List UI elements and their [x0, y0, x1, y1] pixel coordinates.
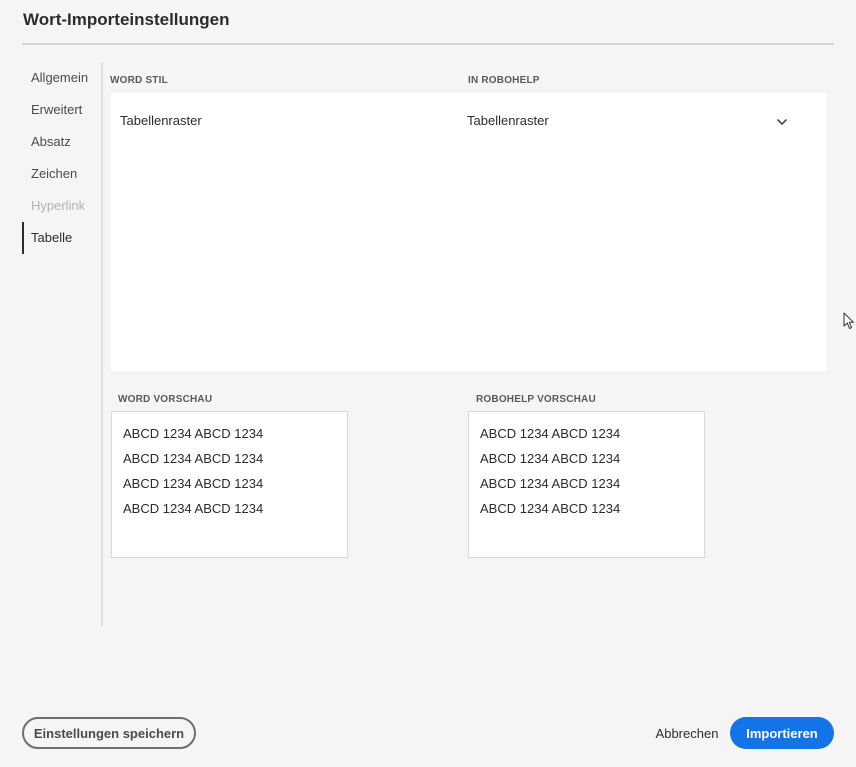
preview-line: ABCD 1234 ABCD 1234	[123, 501, 264, 516]
robohelp-preview-box: ABCD 1234 ABCD 1234 ABCD 1234 ABCD 1234 …	[468, 411, 705, 558]
chevron-down-icon[interactable]	[775, 115, 789, 129]
preview-line: ABCD 1234 ABCD 1234	[480, 501, 621, 516]
word-style-cell: Tabellenraster	[120, 113, 202, 128]
word-preview-label: WORD VORSCHAU	[118, 394, 213, 405]
preview-line: ABCD 1234 ABCD 1234	[480, 476, 621, 491]
nav-item-absatz[interactable]: Absatz	[22, 126, 102, 158]
nav-item-zeichen[interactable]: Zeichen	[22, 158, 102, 190]
nav-item-allgemein[interactable]: Allgemein	[22, 62, 102, 94]
preview-line: ABCD 1234 ABCD 1234	[123, 426, 264, 441]
nav-item-hyperlink: Hyperlink	[31, 198, 86, 213]
column-header-word-style: WORD STIL	[110, 75, 168, 86]
title-divider	[22, 43, 834, 45]
save-settings-button[interactable]: Einstellungen speichern	[22, 717, 196, 749]
cancel-button[interactable]: Abbrechen	[650, 717, 724, 749]
table-row[interactable]: Tabellenraster Tabellenraster	[111, 105, 826, 131]
preview-line: ABCD 1234 ABCD 1234	[480, 426, 621, 441]
mouse-cursor-icon	[843, 312, 854, 329]
nav-divider	[101, 62, 103, 627]
word-import-settings-dialog: Wort-Importeinstellungen Allgemein Erwei…	[0, 0, 856, 767]
robohelp-preview-label: ROBOHELP VORSCHAU	[476, 394, 596, 405]
robohelp-style-value: Tabellenraster	[467, 113, 549, 128]
style-mapping-table: Tabellenraster Tabellenraster	[111, 93, 826, 371]
settings-nav: Allgemein Erweitert Absatz Zeichen Hyper…	[22, 62, 102, 254]
dialog-title: Wort-Importeinstellungen	[23, 10, 230, 29]
import-button[interactable]: Importieren	[730, 717, 834, 749]
nav-item-tabelle[interactable]: Tabelle	[22, 222, 102, 254]
preview-line: ABCD 1234 ABCD 1234	[480, 451, 621, 466]
preview-line: ABCD 1234 ABCD 1234	[123, 476, 264, 491]
word-preview-box: ABCD 1234 ABCD 1234 ABCD 1234 ABCD 1234 …	[111, 411, 348, 558]
robohelp-style-dropdown[interactable]: Tabellenraster	[467, 105, 797, 135]
column-header-in-robohelp: IN ROBOHELP	[468, 75, 540, 86]
nav-item-erweitert[interactable]: Erweitert	[22, 94, 102, 126]
preview-line: ABCD 1234 ABCD 1234	[123, 451, 264, 466]
